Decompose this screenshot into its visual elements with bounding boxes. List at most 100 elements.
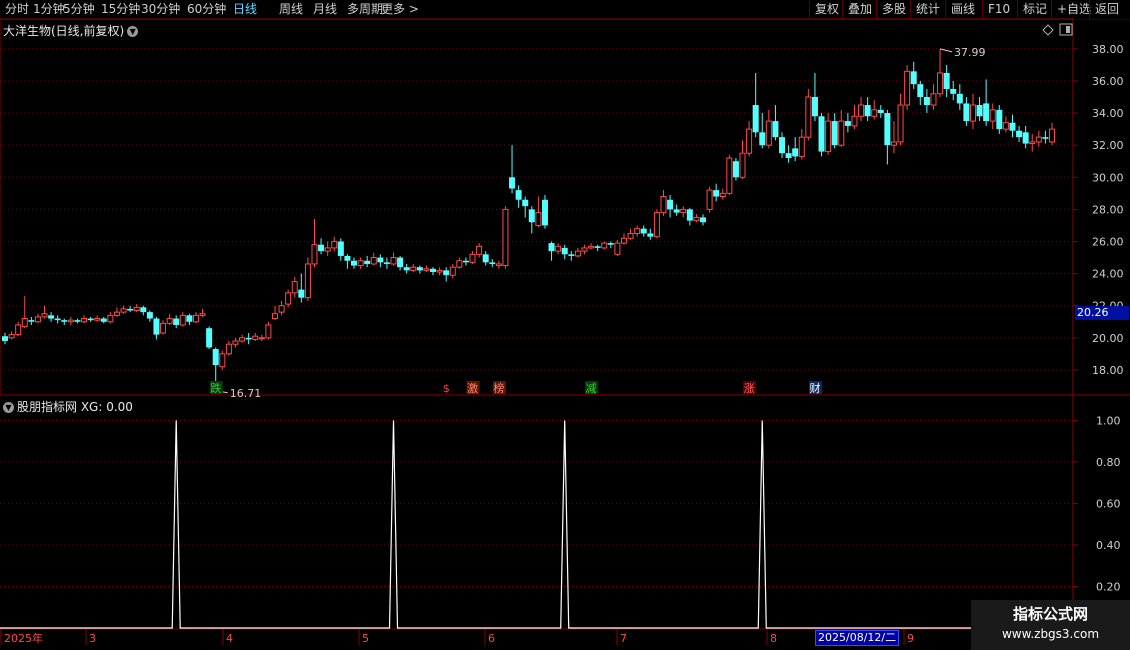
indicator-title[interactable]: ▼ 股朋指标网 XG: 0.00 bbox=[3, 398, 133, 415]
candle-body bbox=[377, 257, 384, 263]
time-axis-label: 4 bbox=[226, 632, 233, 645]
time-axis-label: 9 bbox=[907, 632, 914, 645]
event-marker-label[interactable]: $ bbox=[443, 382, 450, 395]
event-marker-label[interactable]: 榜 bbox=[493, 381, 504, 395]
candle-body bbox=[416, 267, 423, 271]
candle-body bbox=[311, 244, 318, 265]
event-marker-label[interactable]: 激 bbox=[467, 381, 478, 395]
candle-body bbox=[759, 132, 766, 146]
candle-body bbox=[923, 97, 930, 106]
panel-toggle-icon-fill bbox=[1066, 26, 1070, 33]
candle-body bbox=[153, 318, 160, 335]
candle-body bbox=[653, 212, 660, 238]
candle-body bbox=[140, 307, 147, 313]
candle-body bbox=[574, 250, 581, 257]
indicator-title-text: 股朋指标网 XG: 0.00 bbox=[17, 400, 133, 414]
candle-body bbox=[186, 315, 193, 322]
candle-body bbox=[166, 318, 173, 324]
indicator-tick-label: 0.80 bbox=[1096, 456, 1121, 469]
candle-body bbox=[81, 318, 88, 323]
candle-body bbox=[410, 266, 417, 271]
candle-body bbox=[798, 136, 805, 157]
candle-body bbox=[950, 88, 957, 94]
candle-body bbox=[120, 308, 127, 313]
candle-body bbox=[331, 240, 338, 249]
candle-body bbox=[732, 161, 739, 178]
candle-body bbox=[561, 247, 568, 255]
candle-body bbox=[390, 257, 397, 265]
candle-body bbox=[397, 257, 404, 268]
candle-body bbox=[686, 209, 693, 221]
low-price-label: 16.71 bbox=[230, 387, 262, 400]
price-tick-label: 20.00 bbox=[1092, 332, 1124, 345]
candle-body bbox=[370, 257, 377, 265]
candle-body bbox=[779, 137, 786, 154]
chevron-down-icon[interactable]: ▼ bbox=[127, 26, 139, 37]
candle-body bbox=[969, 104, 976, 122]
candle-body bbox=[660, 196, 667, 214]
price-tick-label: 34.00 bbox=[1092, 107, 1124, 120]
candle-body bbox=[1042, 137, 1049, 139]
candle-body bbox=[113, 311, 120, 316]
candle-body bbox=[752, 105, 759, 133]
candle-body bbox=[133, 306, 140, 312]
candle-body bbox=[476, 245, 483, 255]
candle-body bbox=[640, 228, 647, 234]
candle-body bbox=[831, 121, 838, 146]
candle-body bbox=[179, 314, 186, 326]
candle-body bbox=[324, 247, 331, 252]
candle-body bbox=[614, 242, 621, 255]
candle-body bbox=[673, 209, 680, 213]
candle-body bbox=[937, 72, 944, 95]
xg-indicator-line bbox=[0, 420, 1073, 629]
candle-body bbox=[304, 263, 311, 299]
candle-body bbox=[357, 260, 364, 267]
candle-body bbox=[706, 189, 713, 210]
stock-title-text: 大洋生物(日线,前复权) bbox=[3, 24, 125, 38]
candle-body bbox=[28, 320, 35, 322]
candle-body bbox=[541, 199, 548, 226]
candle-body bbox=[443, 270, 450, 276]
candle-body bbox=[100, 318, 107, 322]
candle-body bbox=[364, 260, 371, 264]
candle-body bbox=[667, 199, 674, 210]
candle-body bbox=[199, 313, 206, 316]
candle-body bbox=[1035, 136, 1042, 143]
chevron-down-icon[interactable]: ▼ bbox=[3, 402, 14, 413]
event-marker-label[interactable]: 减 bbox=[586, 382, 597, 395]
candle-body bbox=[74, 320, 81, 322]
indicator-tick-label: 0.20 bbox=[1096, 580, 1121, 593]
indicator-tick-label: 0.60 bbox=[1096, 497, 1121, 510]
event-marker-label[interactable]: 跌 bbox=[210, 381, 221, 395]
candle-body bbox=[495, 263, 502, 267]
candle-body bbox=[127, 308, 134, 311]
candle-body bbox=[884, 113, 891, 146]
candle-body bbox=[48, 315, 55, 319]
candle-body bbox=[713, 190, 720, 197]
candle-body bbox=[930, 93, 937, 106]
price-tick-label: 32.00 bbox=[1092, 139, 1124, 152]
candle-body bbox=[943, 72, 950, 89]
candle-body bbox=[535, 212, 542, 226]
candle-body bbox=[502, 208, 509, 267]
candle-body bbox=[291, 281, 298, 294]
high-marker-arrow bbox=[939, 48, 953, 53]
high-price-label: 37.99 bbox=[954, 46, 986, 59]
cursor-date-label: 2025/08/12/二 bbox=[815, 630, 900, 646]
candle-body bbox=[456, 260, 463, 268]
candle-body bbox=[792, 148, 799, 157]
price-tick-label: 30.00 bbox=[1092, 171, 1124, 184]
candle-body bbox=[956, 93, 963, 104]
diamond-icon[interactable] bbox=[1042, 24, 1054, 36]
candle-body bbox=[206, 328, 213, 348]
time-axis-label: 7 bbox=[620, 632, 627, 645]
event-marker-label[interactable]: 财 bbox=[809, 381, 820, 395]
time-axis-label: 5 bbox=[362, 632, 369, 645]
candle-body bbox=[607, 243, 614, 245]
event-marker-label[interactable]: 涨 bbox=[744, 382, 755, 395]
stock-title[interactable]: 大洋生物(日线,前复权) ▼ bbox=[3, 22, 139, 39]
candle-body bbox=[192, 314, 199, 323]
candle-body bbox=[41, 313, 48, 318]
price-tick-label: 38.00 bbox=[1092, 43, 1124, 56]
candle-body bbox=[245, 337, 252, 340]
